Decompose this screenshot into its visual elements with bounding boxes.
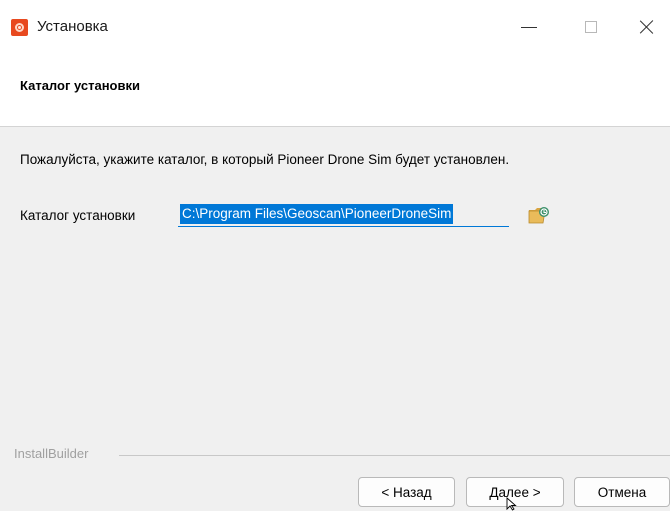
page-title: Каталог установки [20,78,140,93]
page-header: Каталог установки [0,52,670,127]
cancel-button[interactable]: Отмена [574,477,670,507]
app-icon [11,19,28,36]
title-bar[interactable]: Установка [0,0,670,52]
installbuilder-brand: InstallBuilder [14,446,89,461]
minimize-button[interactable] [506,6,552,48]
maximize-icon [585,21,597,33]
close-icon [640,20,654,34]
maximize-button[interactable] [568,6,614,48]
footer-divider [119,455,670,456]
window-title: Установка [37,18,108,35]
mouse-cursor-icon [506,497,517,511]
minimize-icon [521,26,537,28]
installer-window: Установка Каталог установки Пожалуйста, … [0,0,670,511]
install-directory-label: Каталог установки [20,208,136,223]
content-area: Пожалуйста, укажите каталог, в который P… [0,127,670,437]
close-button[interactable] [624,6,670,48]
folder-browse-icon [528,207,549,224]
back-button[interactable]: < Назад [358,477,455,507]
instruction-text: Пожалуйста, укажите каталог, в который P… [20,152,510,167]
browse-button[interactable] [528,205,550,225]
install-directory-value: C:\Program Files\Geoscan\PioneerDroneSim [180,204,454,224]
install-directory-input[interactable]: C:\Program Files\Geoscan\PioneerDroneSim [178,204,509,227]
